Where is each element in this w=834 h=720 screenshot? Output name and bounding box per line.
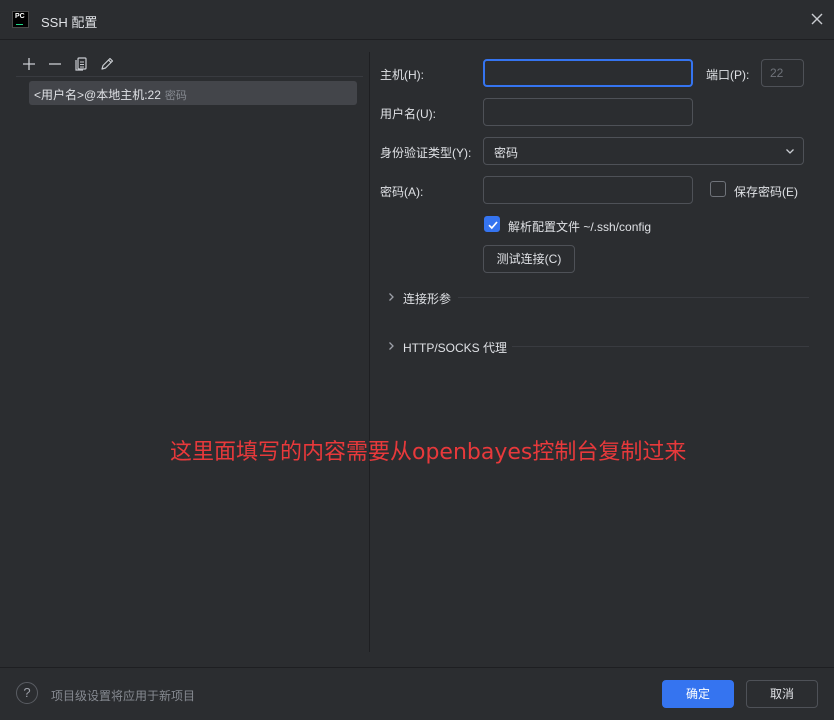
checkmark-icon xyxy=(488,221,498,230)
section-label: 连接形参 xyxy=(403,292,452,306)
test-connection-button[interactable]: 测试连接(C) xyxy=(483,245,575,273)
plus-icon[interactable] xyxy=(20,55,38,73)
port-input[interactable] xyxy=(761,59,804,87)
section-divider xyxy=(458,297,809,298)
password-input[interactable] xyxy=(483,176,693,204)
section-divider xyxy=(512,346,809,347)
logo-text: PC xyxy=(15,13,25,20)
close-icon[interactable] xyxy=(808,10,826,28)
connection-auth-type: 密码 xyxy=(164,90,187,102)
toolbar-divider xyxy=(16,76,363,77)
title-bar: PC SSH 配置 xyxy=(0,0,834,40)
connection-list-panel: <用户名>@本地主机:22 密码 xyxy=(0,40,369,652)
ok-button[interactable]: 确定 xyxy=(662,680,734,708)
list-item[interactable]: <用户名>@本地主机:22 密码 xyxy=(29,81,357,105)
chevron-down-icon xyxy=(786,149,794,154)
cancel-button[interactable]: 取消 xyxy=(746,680,818,708)
minus-icon[interactable] xyxy=(46,55,64,73)
host-label: 主机(H): xyxy=(380,68,424,82)
copy-icon[interactable] xyxy=(72,55,90,73)
section-label: HTTP/SOCKS 代理 xyxy=(403,341,508,355)
username-input[interactable] xyxy=(483,98,693,126)
password-label: 密码(A): xyxy=(380,185,424,199)
panel-divider[interactable] xyxy=(369,52,370,652)
footer-note: 项目级设置将应用于新项目 xyxy=(51,689,196,703)
connection-params-section[interactable]: 连接形参 xyxy=(385,289,809,306)
auth-type-value: 密码 xyxy=(494,146,519,160)
pycharm-logo-icon: PC xyxy=(12,11,29,28)
proxy-section[interactable]: HTTP/SOCKS 代理 xyxy=(385,338,809,355)
port-label: 端口(P): xyxy=(706,68,750,82)
host-input[interactable] xyxy=(483,59,693,87)
parse-config-checkbox[interactable] xyxy=(484,216,500,232)
connection-label: <用户名>@本地主机:22 xyxy=(34,88,161,102)
question-mark-icon[interactable]: ? xyxy=(16,682,38,704)
auth-type-label: 身份验证类型(Y): xyxy=(380,146,472,160)
chevron-right-icon xyxy=(389,342,394,350)
auth-type-select[interactable]: 密码 xyxy=(483,137,804,165)
window-title: SSH 配置 xyxy=(41,15,98,30)
save-password-checkbox[interactable] xyxy=(710,181,726,197)
chevron-right-icon xyxy=(389,293,394,301)
annotation-text: 这里面填写的内容需要从openbayes控制台复制过来 xyxy=(170,440,687,465)
pencil-icon[interactable] xyxy=(98,55,116,73)
parse-config-label: 解析配置文件 ~/.ssh/config xyxy=(508,220,652,234)
username-label: 用户名(U): xyxy=(380,107,436,121)
footer-divider xyxy=(0,667,834,668)
save-password-label: 保存密码(E) xyxy=(734,185,798,199)
